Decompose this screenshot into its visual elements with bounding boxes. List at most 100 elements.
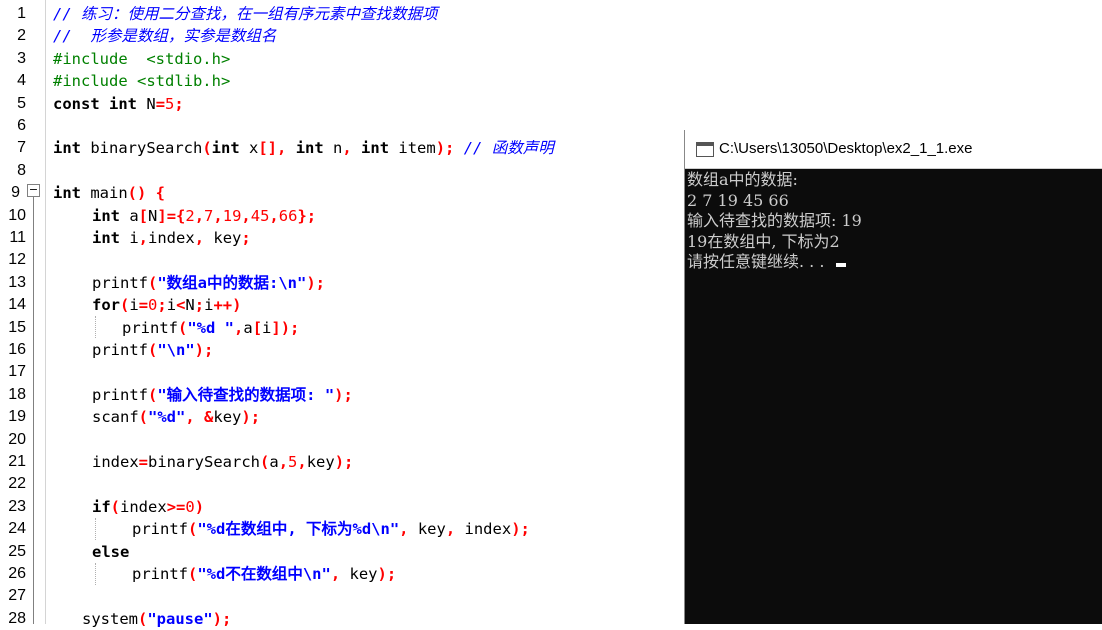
fold-collapse-icon[interactable]: − [27,184,40,197]
code-token: ( [188,565,198,583]
code-token: 2 [185,206,195,225]
code-line-10[interactable]: int a[N]={2,7,19,45,66}; [92,205,316,227]
code-token: & [194,408,214,427]
gutter-separator [45,0,46,624]
code-line-2[interactable]: // 形参是数组，实参是数组名 [53,25,276,47]
code-token: system [82,609,138,628]
code-token: , [138,229,149,247]
code-token: ( [148,341,158,359]
code-token: ]); [271,318,300,337]
code-token: = [155,94,166,113]
line-number: 24 [8,520,26,538]
code-token: 0 [185,497,195,516]
code-line-24[interactable]: printf("%d在数组中, 下标为%d\n", key, index); [132,518,530,540]
code-token: , [297,453,307,471]
code-line-25[interactable]: else [92,541,129,563]
code-token: [], [258,139,287,158]
code-line-26[interactable]: printf("%d不在数组中\n", key); [132,563,396,585]
code-token: N [148,206,158,225]
line-number: 28 [8,609,26,627]
code-token: ); [435,139,455,158]
code-token: key [213,408,242,427]
code-token: ( [138,609,148,628]
code-token: ; [194,296,205,315]
code-line-28[interactable]: system("pause"); [82,608,231,630]
code-line-5[interactable]: const int N=5; [53,93,184,115]
code-token: for [92,296,120,315]
code-token: ); [334,453,354,471]
line-number: 12 [8,251,26,269]
code-token: , [445,520,456,539]
code-token: key [306,453,335,471]
code-token: [ [252,318,263,337]
code-token: int [109,94,138,113]
code-token: scanf [92,408,139,427]
code-line-13[interactable]: printf("数组a中的数据:\n"); [92,272,325,294]
code-line-19[interactable]: scanf("%d", &key); [92,406,260,428]
code-token: ); [194,341,214,359]
code-token: ; [241,229,251,247]
code-token: int [92,206,120,225]
code-token: int [361,139,390,158]
line-number: 20 [8,430,26,448]
code-token: ( [188,520,198,539]
code-token: printf [122,318,178,337]
code-token: key [204,229,242,247]
code-line-16[interactable]: printf("\n"); [92,339,213,361]
code-token: int [211,139,240,158]
console-line: 数组a中的数据: [687,170,798,189]
code-line-3[interactable]: #include <stdio.h> [53,48,230,70]
code-token: 19 [222,206,242,225]
code-token: ); [511,520,530,539]
code-token: ( [110,497,121,516]
code-token: a [269,453,279,471]
code-line-9[interactable]: int main() { [53,182,165,204]
line-number: 5 [17,94,26,112]
code-token: "输入待查找的数据项: " [157,385,335,404]
code-token: , [194,206,205,225]
line-number: 25 [8,542,26,560]
code-token: i [166,296,177,315]
console-window[interactable]: C:\Users\13050\Desktop\ex2_1_1.exe 数组a中的… [684,130,1102,624]
code-line-18[interactable]: printf("输入待查找的数据项: "); [92,384,353,406]
code-token: "%d" [148,408,186,427]
code-token: int [53,139,81,158]
code-token: , [399,520,409,539]
code-token: ( [260,453,270,471]
console-output[interactable]: 数组a中的数据: 2 7 19 45 66 输入待查找的数据项: 19 19在数… [687,170,1101,273]
console-app-icon [696,142,714,157]
code-line-14[interactable]: for(i=0;i<N;i++) [92,294,241,316]
code-line-21[interactable]: index=binarySearch(a,5,key); [92,451,353,473]
code-token: main [81,184,128,203]
indent-guide [95,518,96,540]
code-line-4[interactable]: #include <stdlib.h> [53,70,230,92]
line-number: 6 [17,117,26,134]
code-token: ( [148,385,158,404]
line-number: 8 [17,161,26,179]
console-title-bar[interactable]: C:\Users\13050\Desktop\ex2_1_1.exe [685,130,1102,169]
code-line-23[interactable]: if(index>=0) [92,496,204,518]
line-number: 26 [8,565,26,582]
code-token: printf [92,385,148,404]
code-token: n [323,139,343,158]
code-token: ]={ [157,206,186,225]
line-number: 11 [9,229,26,246]
code-token: ; [174,94,184,113]
line-number-gutter: 1 2 3 4 5 6 7 8 9 10 11 12 13 14 15 16 1… [0,0,28,627]
line-number: 7 [17,139,26,157]
code-token: 5 [288,453,298,471]
code-token: , [269,206,279,225]
line-number: 2 [17,27,26,45]
code-line-15[interactable]: printf("%d ",a[i]); [122,317,299,339]
code-token: // 形参是数组，实参是数组名 [53,27,277,46]
code-token: 5 [165,94,175,113]
code-token: ); [377,565,397,583]
line-number: 13 [8,273,26,291]
code-token: printf [92,273,148,292]
code-line-11[interactable]: int i,index, key; [92,227,251,249]
code-line-1[interactable]: // 练习：使用二分查找，在一组有序元素中查找数据项 [53,3,438,25]
code-token: index [92,453,139,471]
code-line-7[interactable]: int binarySearch(int x[], int n, int ite… [53,137,554,159]
code-token: int [295,139,324,158]
